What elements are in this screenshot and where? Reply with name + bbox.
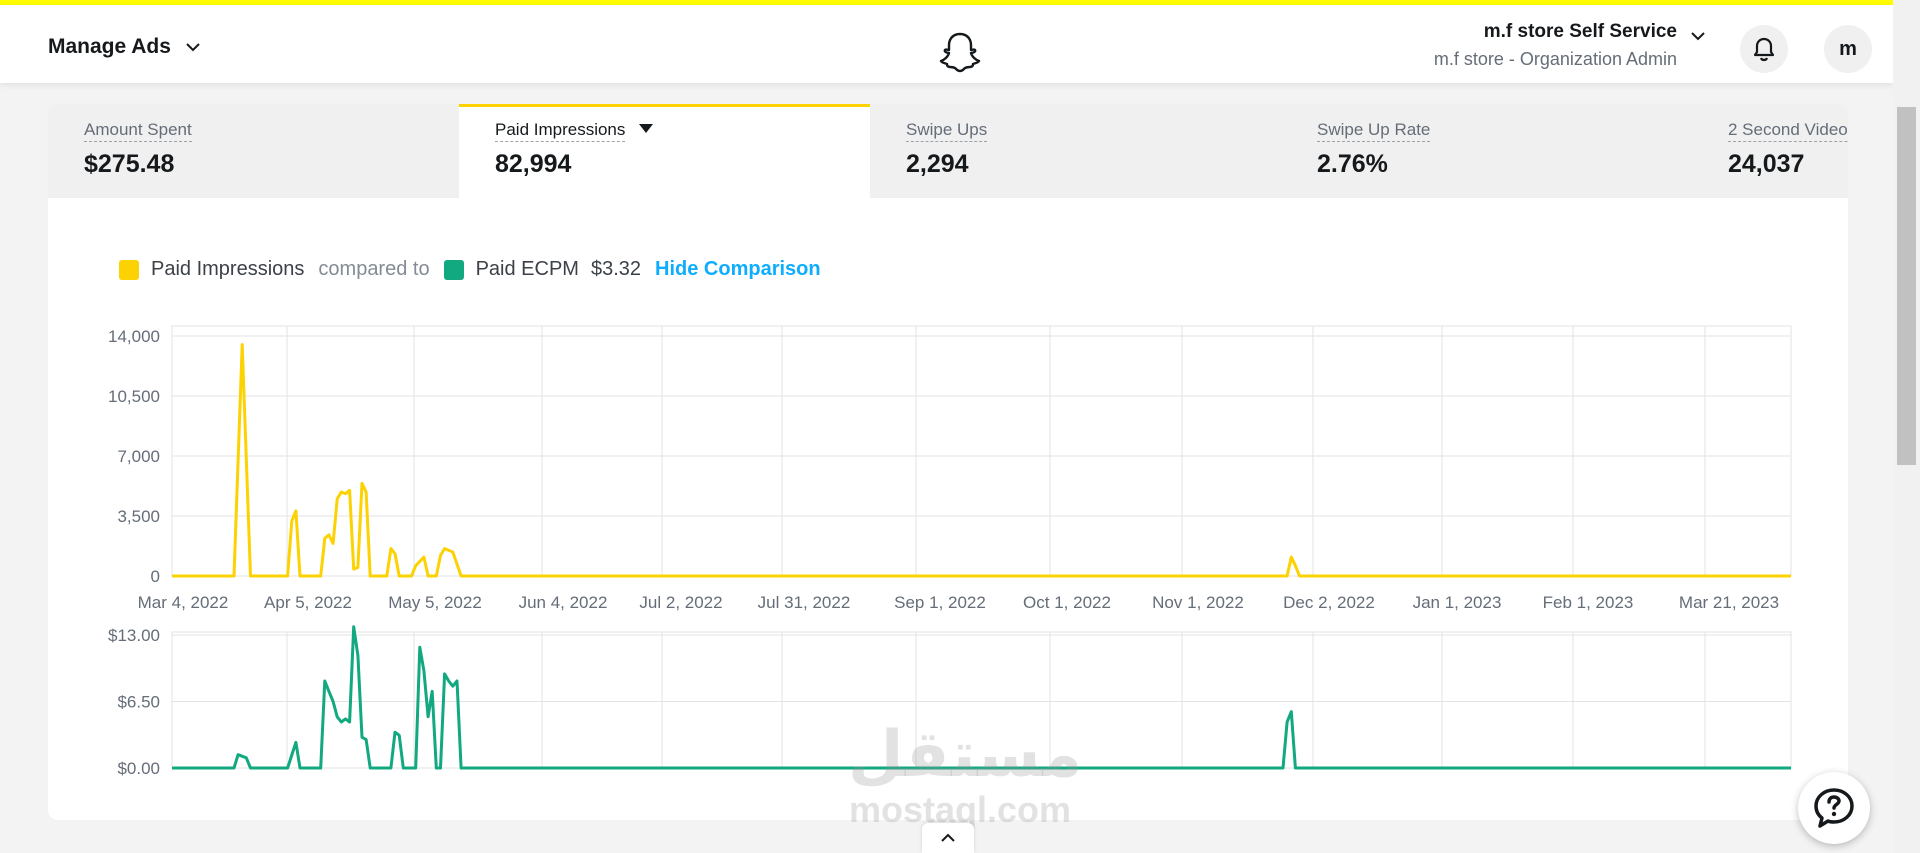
x-tick-label: Dec 2, 2022 (1283, 593, 1375, 612)
paid-ecpm-line (172, 625, 1791, 770)
plot-frame (171, 325, 1792, 577)
y-tick-label: 14,000 (108, 327, 160, 346)
y-tick-label: $6.50 (117, 693, 160, 712)
bell-icon (1753, 37, 1775, 62)
x-tick-label: Mar 21, 2023 (1679, 593, 1779, 612)
performance-charts: 0 3,500 7,000 10,500 14,000 $0.00 $6.50 $13.00 M… (108, 325, 1792, 778)
x-tick-label: Jul 31, 2022 (758, 593, 851, 612)
scroll-up-button[interactable] (922, 823, 974, 853)
x-tick-label: Jun 4, 2022 (519, 593, 608, 612)
manage-ads-label: Manage Ads (48, 35, 171, 58)
x-tick-label: Mar 4, 2022 (138, 593, 229, 612)
y-tick-label: 10,500 (108, 387, 160, 406)
help-question-icon (1814, 788, 1854, 828)
account-chevron-down-icon[interactable] (1690, 31, 1706, 41)
account-name: m.f store Self Service (1483, 21, 1677, 42)
plot-frame (171, 631, 1792, 769)
x-tick-label: Feb 1, 2023 (1543, 593, 1634, 612)
x-tick-label: Sep 1, 2022 (894, 593, 986, 612)
y-tick-label: $13.00 (108, 626, 160, 645)
y-tick-label: 0 (151, 567, 160, 586)
account-role: m.f store - Organization Admin (1433, 49, 1677, 69)
x-tick-label: Jul 2, 2022 (639, 593, 722, 612)
help-button[interactable] (1798, 772, 1870, 844)
y-tick-label: $0.00 (117, 759, 160, 778)
x-tick-label: Nov 1, 2022 (1152, 593, 1244, 612)
scrollbar-thumb[interactable] (1897, 107, 1916, 465)
x-tick-label: May 5, 2022 (388, 593, 482, 612)
notifications-button[interactable] (1740, 25, 1788, 73)
x-tick-label: Apr 5, 2022 (264, 593, 352, 612)
y-tick-label: 7,000 (117, 447, 160, 466)
x-tick-label: Jan 1, 2023 (1413, 593, 1502, 612)
metrics-card: Amount Spent $275.48 Paid Impressions 82… (48, 104, 1848, 820)
top-navigation-bar: Manage Ads m.f store Self Service m.f st… (0, 5, 1893, 83)
manage-ads-menu[interactable]: Manage Ads (48, 35, 201, 59)
account-switcher[interactable]: m.f store Self Service m.f store - Organ… (1434, 21, 1677, 70)
y-tick-label: 3,500 (117, 507, 160, 526)
paid-impressions-line (172, 343, 1791, 578)
avatar[interactable]: m (1824, 25, 1872, 73)
snapchat-ghost-icon[interactable] (936, 27, 984, 75)
chevron-up-icon (941, 833, 955, 842)
x-tick-label: Oct 1, 2022 (1023, 593, 1111, 612)
chevron-down-icon (186, 43, 200, 52)
